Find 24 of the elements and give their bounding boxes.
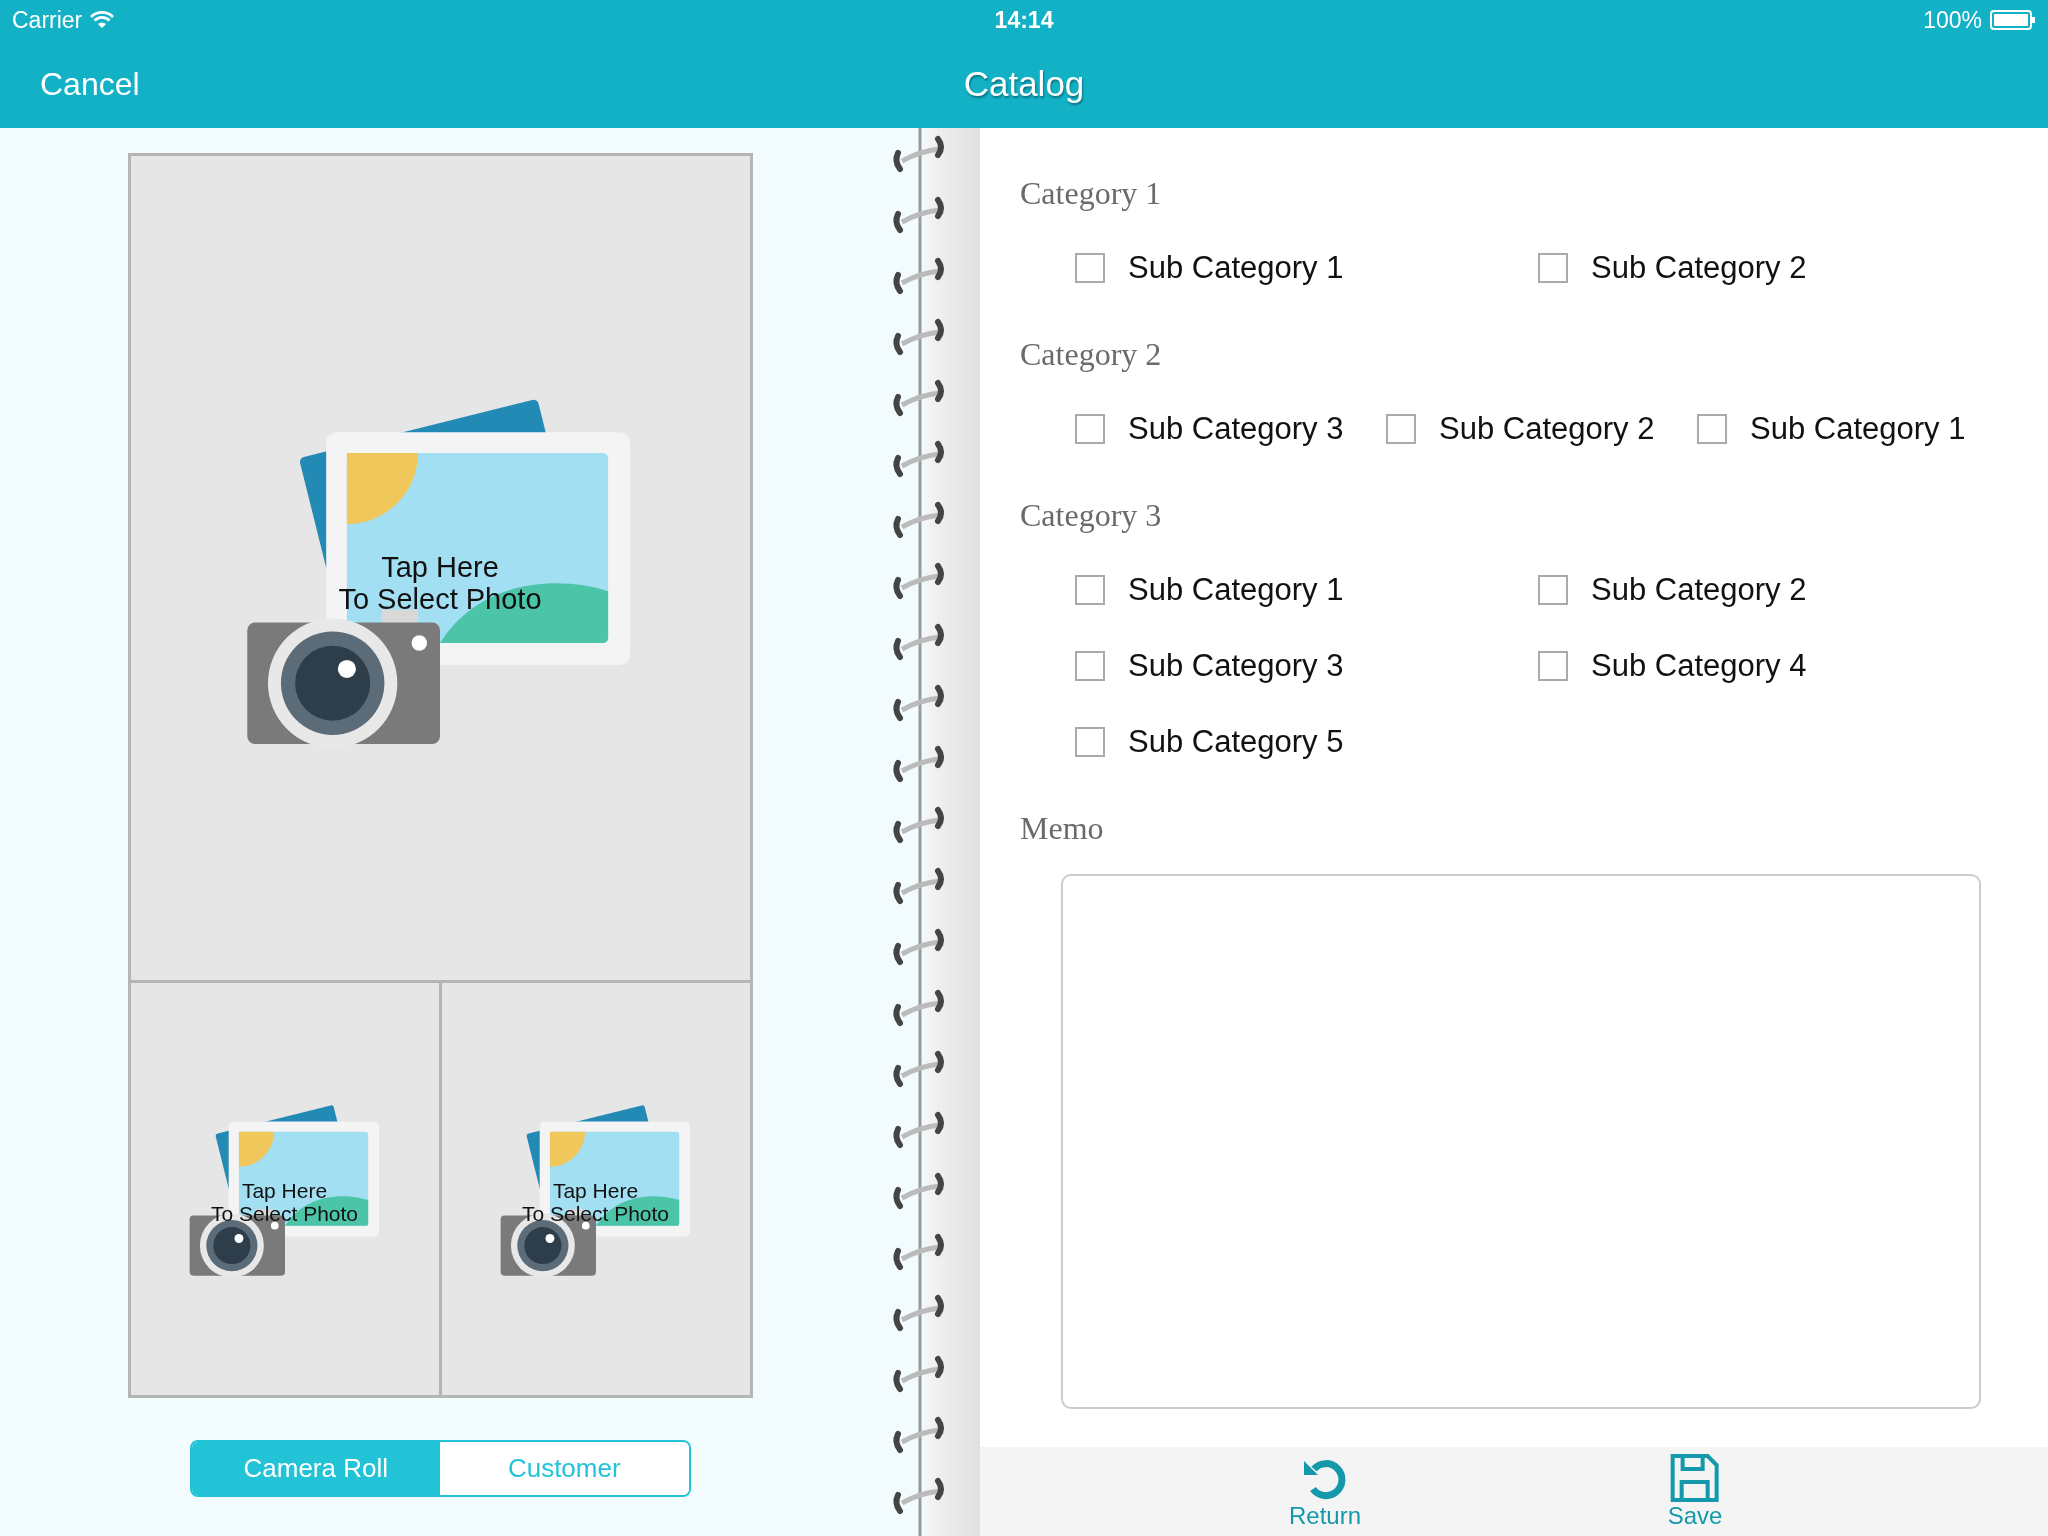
photo-slot[interactable]: Tap Here To Select Photo (130, 156, 750, 983)
subcategory-label[interactable]: Sub Category 5 (1128, 718, 1344, 766)
carrier-label: Carrier (12, 5, 83, 35)
memo-heading: Memo (1020, 809, 1105, 848)
clock-time: 14:14 (994, 5, 1054, 35)
subcategory-label[interactable]: Sub Category 1 (1750, 405, 1966, 453)
screen-title: Catalog (963, 62, 1085, 105)
subcategory-label[interactable]: Sub Category 3 (1128, 642, 1344, 690)
subcategory-label[interactable]: Sub Category 3 (1128, 405, 1344, 453)
category-heading: Category 2 (1020, 335, 1163, 374)
photo-slot[interactable]: Tap Here To Select Photo (130, 983, 439, 1395)
subcategory-label[interactable]: Sub Category 2 (1591, 244, 1807, 292)
category-heading: Category 3 (1020, 496, 1163, 535)
subcategory-label[interactable]: Sub Category 2 (1591, 566, 1807, 614)
subcategory-label[interactable]: Sub Category 1 (1128, 566, 1344, 614)
subcategory-label[interactable]: Sub Category 2 (1439, 405, 1655, 453)
subcategory-label[interactable]: Sub Category 1 (1128, 244, 1344, 292)
battery-percent: 100% (1923, 5, 1982, 35)
tap-to-select-photo-label[interactable]: Tap Here To Select Photo (246, 551, 634, 616)
tap-to-select-photo-label[interactable]: Tap Here To Select Photo (188, 1179, 381, 1226)
subcategory-label[interactable]: Sub Category 4 (1591, 642, 1807, 690)
category-heading: Category 1 (1020, 174, 1163, 213)
photo-slot[interactable]: Tap Here To Select Photo (438, 983, 750, 1395)
tap-to-select-photo-label[interactable]: Tap Here To Select Photo (499, 1179, 692, 1226)
